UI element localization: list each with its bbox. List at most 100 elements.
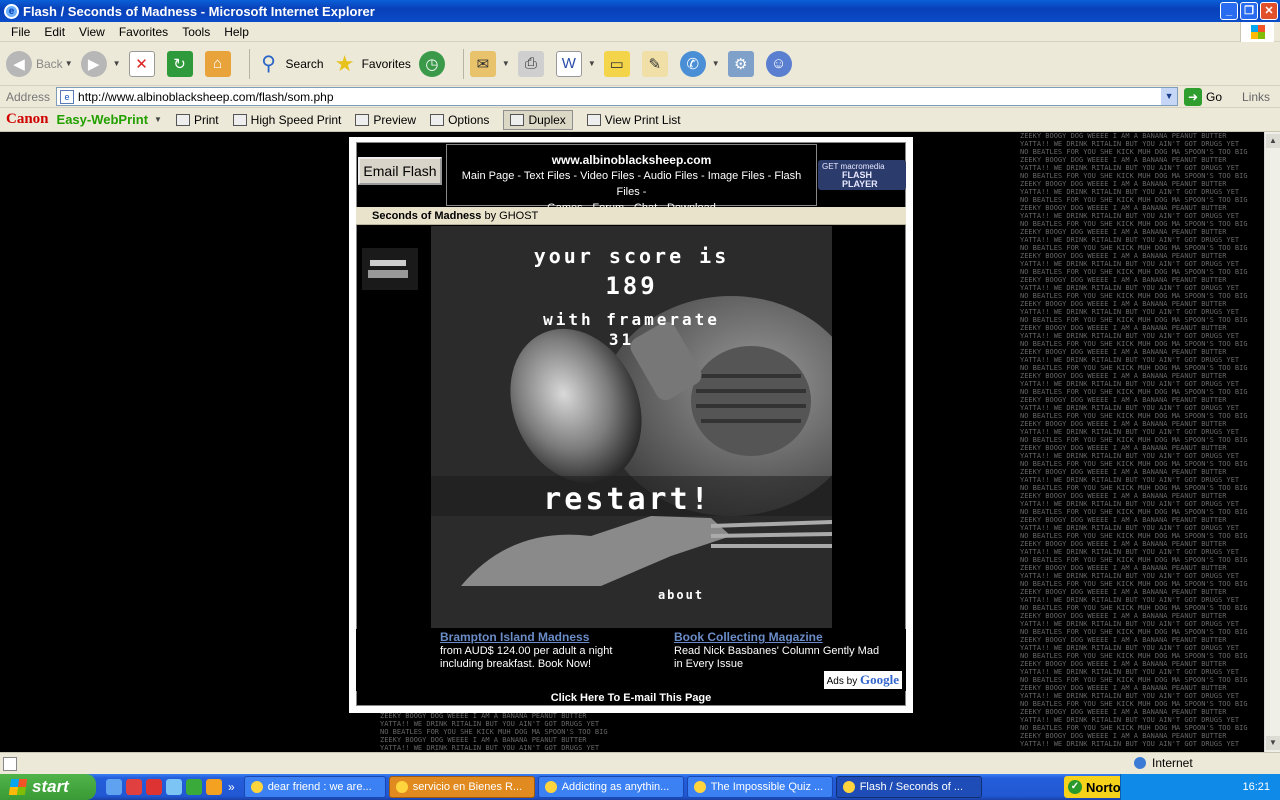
scroll-up-icon[interactable]: ▲ (1266, 134, 1280, 148)
easy-webprint-menu[interactable]: Easy-WebPrint (57, 112, 149, 127)
canon-print-button[interactable]: Print (175, 113, 219, 127)
home-icon: ⌂ (204, 50, 231, 77)
chevron-right-icon[interactable]: » (228, 780, 235, 794)
menu-edit[interactable]: Edit (44, 25, 65, 39)
google-logo: Google (860, 672, 899, 687)
clock[interactable]: 16:21 (1242, 781, 1270, 793)
globe-icon (1134, 757, 1146, 769)
ad-1-title[interactable]: Brampton Island Madness (440, 631, 660, 644)
site-url[interactable]: www.albinoblacksheep.com (447, 153, 816, 167)
window-title: Flash / Seconds of Madness - Microsoft I… (23, 3, 375, 19)
email-page-link[interactable]: Click Here To E-mail This Page (356, 690, 906, 706)
game-author: by GHOST (484, 210, 539, 222)
mail-button[interactable]: ✉ ▼ (469, 50, 510, 77)
task-button-4[interactable]: The Impossible Quiz ... (686, 776, 833, 798)
quicklaunch-folder-icon[interactable] (206, 779, 222, 795)
search-label: Search (285, 56, 324, 71)
refresh-icon: ↻ (166, 50, 193, 77)
taskbar: start » dear friend : we are... servicio… (0, 774, 1280, 800)
tools-button[interactable]: ⚙ (727, 50, 758, 77)
go-arrow-icon: ➜ (1184, 87, 1203, 106)
links-button[interactable]: Links (1242, 90, 1270, 104)
ads-by-google[interactable]: Ads by Google (823, 671, 902, 689)
ads-by-label: Ads by (826, 676, 858, 687)
ad-2-title[interactable]: Book Collecting Magazine (674, 631, 906, 644)
edit-button[interactable]: W ▼ (555, 50, 596, 77)
print-button[interactable]: ⎙ (517, 50, 548, 77)
research-icon: ✎ (641, 50, 668, 77)
stop-icon: ✕ (128, 50, 155, 77)
stop-button[interactable]: ✕ (128, 50, 159, 77)
menu-tools[interactable]: Tools (182, 25, 210, 39)
duplex-button[interactable]: Duplex (503, 109, 573, 130)
menu-help[interactable]: Help (224, 25, 249, 39)
task-button-1[interactable]: dear friend : we are... (243, 776, 386, 798)
windows-logo (1240, 22, 1274, 42)
menu-view[interactable]: View (79, 25, 105, 39)
game-thumbnail[interactable] (362, 248, 418, 290)
forward-arrow-icon: ▶ (80, 50, 107, 77)
window-title-bar[interactable]: e Flash / Seconds of Madness - Microsoft… (0, 0, 1280, 22)
restart-button[interactable]: restart! (431, 482, 828, 517)
site-nav-line1[interactable]: Main Page - Text Files - Video Files - A… (451, 168, 812, 200)
search-button[interactable]: ⚲ Search (256, 51, 324, 77)
favorites-label: Favorites (361, 56, 411, 71)
msn-button[interactable]: ☺ (765, 50, 796, 77)
quicklaunch-media-icon[interactable] (146, 779, 162, 795)
checkmark-icon: ✓ (1068, 780, 1082, 794)
ad-2: Book Collecting Magazine Read Nick Basba… (674, 631, 906, 671)
home-button[interactable]: ⌂ (204, 50, 235, 77)
flash-game-area[interactable]: your score is 189 with framerate 31 rest… (431, 226, 832, 628)
canon-logo: Canon (6, 111, 49, 127)
options-label: Options (448, 112, 490, 127)
back-button[interactable]: ◀ Back ▼ (6, 50, 73, 77)
preview-button[interactable]: Preview (355, 113, 416, 127)
get-flash-player-badge[interactable]: GET macromedia FLASH PLAYER (818, 160, 906, 190)
task-button-2[interactable]: servicio en Bienes R... (388, 776, 535, 798)
score-value: 189 (605, 272, 658, 300)
game-title: Seconds of Madness (372, 210, 482, 222)
printer-icon (232, 113, 247, 126)
quicklaunch-outlook-icon[interactable] (166, 779, 182, 795)
quicklaunch-ie-icon[interactable] (106, 779, 122, 795)
high-speed-print-button[interactable]: High Speed Print (232, 113, 341, 127)
menu-favorites[interactable]: Favorites (119, 25, 168, 39)
maximize-button[interactable]: ❐ (1240, 2, 1258, 20)
favorites-button[interactable]: ★ Favorites (332, 51, 411, 77)
task-label-4: The Impossible Quiz ... (710, 781, 824, 793)
options-button[interactable]: Options (430, 113, 489, 127)
minimize-button[interactable]: _ (1220, 2, 1238, 20)
view-print-list-button[interactable]: View Print List (586, 112, 681, 127)
email-flash-button[interactable]: Email Flash (358, 157, 442, 185)
framerate-label: with framerate (543, 310, 720, 329)
note-button[interactable]: ▭ (603, 50, 634, 77)
go-button[interactable]: ➜ Go (1184, 87, 1222, 106)
refresh-button[interactable]: ↻ (166, 50, 197, 77)
scroll-down-icon[interactable]: ▼ (1266, 736, 1280, 750)
task-button-3[interactable]: Addicting as anythin... (537, 776, 684, 798)
about-button[interactable]: about (581, 588, 781, 602)
tools-icon: ⚙ (727, 50, 754, 77)
task-button-5[interactable]: Flash / Seconds of ... (835, 776, 982, 798)
quicklaunch-app-icon[interactable] (126, 779, 142, 795)
messenger-button[interactable]: ✆ ▼ (679, 50, 720, 77)
ie-icon (693, 781, 706, 793)
windows-flag-icon (8, 779, 28, 795)
address-input[interactable]: e http://www.albinoblacksheep.com/flash/… (56, 87, 1179, 106)
research-button[interactable]: ✎ (641, 50, 672, 77)
vertical-scrollbar[interactable]: ▲ ▼ (1264, 132, 1280, 752)
ad-1-line1: from AUD$ 124.00 per adult a night (440, 645, 613, 657)
history-button[interactable]: ◷ (418, 50, 449, 77)
site-nav-box: www.albinoblacksheep.com Main Page - Tex… (446, 144, 817, 214)
quicklaunch-messenger-icon[interactable] (186, 779, 202, 795)
preview-icon (355, 113, 370, 126)
start-button[interactable]: start (0, 774, 96, 800)
address-dropdown-icon[interactable]: ▼ (1161, 88, 1178, 105)
view-list-label: View Print List (604, 112, 681, 127)
close-button[interactable]: ✕ (1260, 2, 1278, 20)
menu-file[interactable]: File (11, 25, 30, 39)
star-icon: ★ (334, 50, 355, 76)
security-zone: Internet (1134, 756, 1193, 770)
ad-2-line1: Read Nick Basbanes' Column Gently Mad (674, 645, 880, 657)
forward-button[interactable]: ▶ ▼ (80, 50, 121, 77)
